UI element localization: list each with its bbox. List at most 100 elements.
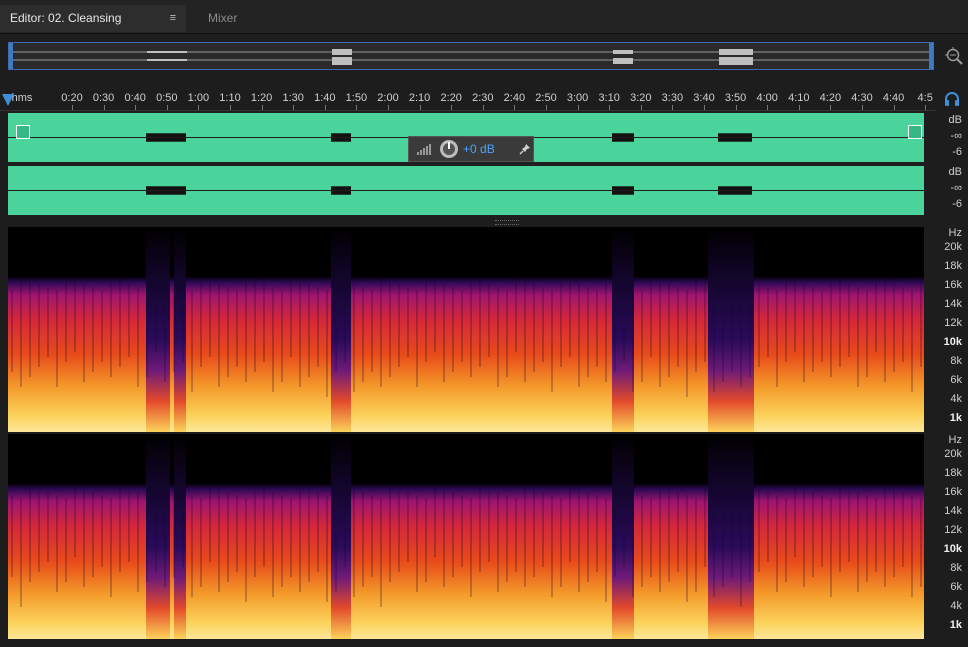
pin-icon[interactable] xyxy=(519,143,531,155)
ruler-tick xyxy=(419,105,421,110)
ruler-tick xyxy=(609,105,611,110)
panel-menu-icon[interactable]: ≡ xyxy=(170,5,176,32)
hz-unit-label: Hz xyxy=(948,227,962,239)
ruler-tick-label: 4:40 xyxy=(882,92,905,104)
spectrogram-1-svg xyxy=(8,227,924,432)
ruler-tick xyxy=(103,105,105,110)
hz-tick-label: 6k xyxy=(950,581,962,593)
time-ruler[interactable]: hms 0:20 0:30 0:40 0:50 1:00 1:10 1:20 1:30 1:40… xyxy=(0,88,936,111)
hz-tick-label: 10k xyxy=(943,336,962,348)
hz-tick-label: 12k xyxy=(944,317,962,329)
ruler-tick-label: 0:40 xyxy=(124,92,146,104)
ruler-tick-label: 1:50 xyxy=(345,92,368,104)
spectrogram-2-svg xyxy=(8,434,924,639)
ruler-tick-label: 3:50 xyxy=(724,92,747,104)
ch1-neg-inf: -∞ xyxy=(950,130,962,142)
overview-waveform xyxy=(13,49,929,65)
ruler-tick-label: 3:30 xyxy=(661,92,684,104)
hz-tick-label: 4k xyxy=(950,600,962,612)
spectrogram-channel-2[interactable] xyxy=(8,434,924,639)
ruler-tick xyxy=(514,105,516,110)
ruler-tick-label: 1:40 xyxy=(314,92,336,104)
ruler-tick xyxy=(135,105,137,110)
hz-tick-label: 14k xyxy=(944,298,962,310)
ruler-tick xyxy=(672,105,674,110)
frequency-scale-1: Hz 20k 18k 16k 14k 12k 10k 8k 6k 4k 1k xyxy=(936,227,968,432)
ruler-tick-label: 4:30 xyxy=(851,92,873,104)
hz-tick-label: 18k xyxy=(944,260,962,272)
left-gutter xyxy=(0,111,8,641)
ruler-tick xyxy=(482,105,484,110)
ruler-tick xyxy=(735,105,737,110)
hz-tick-label: 4k xyxy=(950,393,962,405)
hz-tick-label: 16k xyxy=(944,279,962,291)
ch2-neg6: -6 xyxy=(952,198,962,210)
ruler-tick-label: 4:20 xyxy=(819,92,842,104)
ruler-tick-label: 1:10 xyxy=(219,92,241,104)
ruler-tick xyxy=(198,105,200,110)
spectrogram-channel-1[interactable] xyxy=(8,227,924,432)
hz-tick-label: 1k xyxy=(949,619,962,631)
ruler-unit: hms xyxy=(11,92,33,104)
ruler-tick xyxy=(704,105,705,110)
ruler-tick-label: 1:20 xyxy=(250,92,273,104)
volume-knob-icon[interactable] xyxy=(439,139,459,159)
hz-tick-label: 18k xyxy=(944,467,962,479)
ruler-tick-label: 3:40 xyxy=(693,92,715,104)
ruler-tick xyxy=(293,105,295,110)
overview-navigator[interactable] xyxy=(8,42,934,70)
hz-tick-label: 14k xyxy=(944,505,962,517)
ruler-tick-label: 0:50 xyxy=(156,92,178,104)
ruler-tick-label: 2:40 xyxy=(503,92,526,104)
ruler-tick xyxy=(893,105,895,110)
overview-left-handle[interactable] xyxy=(9,43,13,69)
hz-tick-label: 20k xyxy=(944,241,962,253)
ruler-tick xyxy=(261,105,263,110)
fade-out-handle-icon[interactable] xyxy=(908,125,922,139)
ruler-tick-label: 2:20 xyxy=(440,92,462,104)
ruler-tick xyxy=(830,105,832,110)
waveform-display[interactable] xyxy=(8,111,924,217)
hz-tick-label: 12k xyxy=(944,524,962,536)
ruler-tick-label: 3:10 xyxy=(598,92,620,104)
tab-bar: Editor: 02. Cleansing Ritual.mp3 ≡ Mixer xyxy=(0,0,968,52)
playhead-marker[interactable] xyxy=(2,94,14,106)
ruler-tick xyxy=(451,105,453,110)
hz-tick-label: 20k xyxy=(944,448,962,460)
overview-panel xyxy=(0,34,968,76)
ruler-tick xyxy=(640,105,642,110)
ruler-tick xyxy=(546,105,547,110)
ruler-tick-label: 1:00 xyxy=(187,92,210,104)
view-divider[interactable] xyxy=(8,217,924,227)
ruler-tick xyxy=(72,105,73,110)
ruler-tick-label: 3:20 xyxy=(630,92,652,104)
zoom-icon[interactable] xyxy=(944,46,964,66)
ruler-tick xyxy=(767,105,769,110)
headphones-icon[interactable] xyxy=(944,91,960,107)
waveform-channel-2 xyxy=(8,166,924,215)
ruler-tick xyxy=(577,105,579,110)
volume-hud[interactable]: +0 dB xyxy=(408,136,534,162)
overview-right-handle[interactable] xyxy=(929,43,933,69)
ruler-tick xyxy=(925,105,927,110)
hz-tick-label: 8k xyxy=(950,562,962,574)
ch2-neg-inf: -∞ xyxy=(950,182,962,194)
ch1-db-unit: dB xyxy=(948,114,962,126)
hz-unit-label: Hz xyxy=(948,434,962,446)
ruler-tick-label: 1:30 xyxy=(282,92,304,104)
hz-tick-label: 16k xyxy=(944,486,962,498)
ruler-tick-label: 4:00 xyxy=(756,92,778,104)
tab-mixer[interactable]: Mixer xyxy=(196,5,249,32)
waveform-db-scale: dB -∞ -6 dB -∞ -6 xyxy=(936,111,968,217)
ruler-tick-label: 0:20 xyxy=(61,92,83,104)
ruler-tick-label: 3:00 xyxy=(566,92,589,104)
divider-grip-icon[interactable] xyxy=(495,220,519,225)
ruler-tick xyxy=(798,105,800,110)
ruler-tick xyxy=(862,105,863,110)
tab-editor[interactable]: Editor: 02. Cleansing Ritual.mp3 ≡ xyxy=(0,5,186,52)
ruler-tick xyxy=(324,105,326,110)
ruler-tick-label: 2:30 xyxy=(472,92,494,104)
fade-in-handle-icon[interactable] xyxy=(16,125,30,139)
hz-tick-label: 10k xyxy=(943,543,962,555)
ruler-tick xyxy=(356,105,358,110)
